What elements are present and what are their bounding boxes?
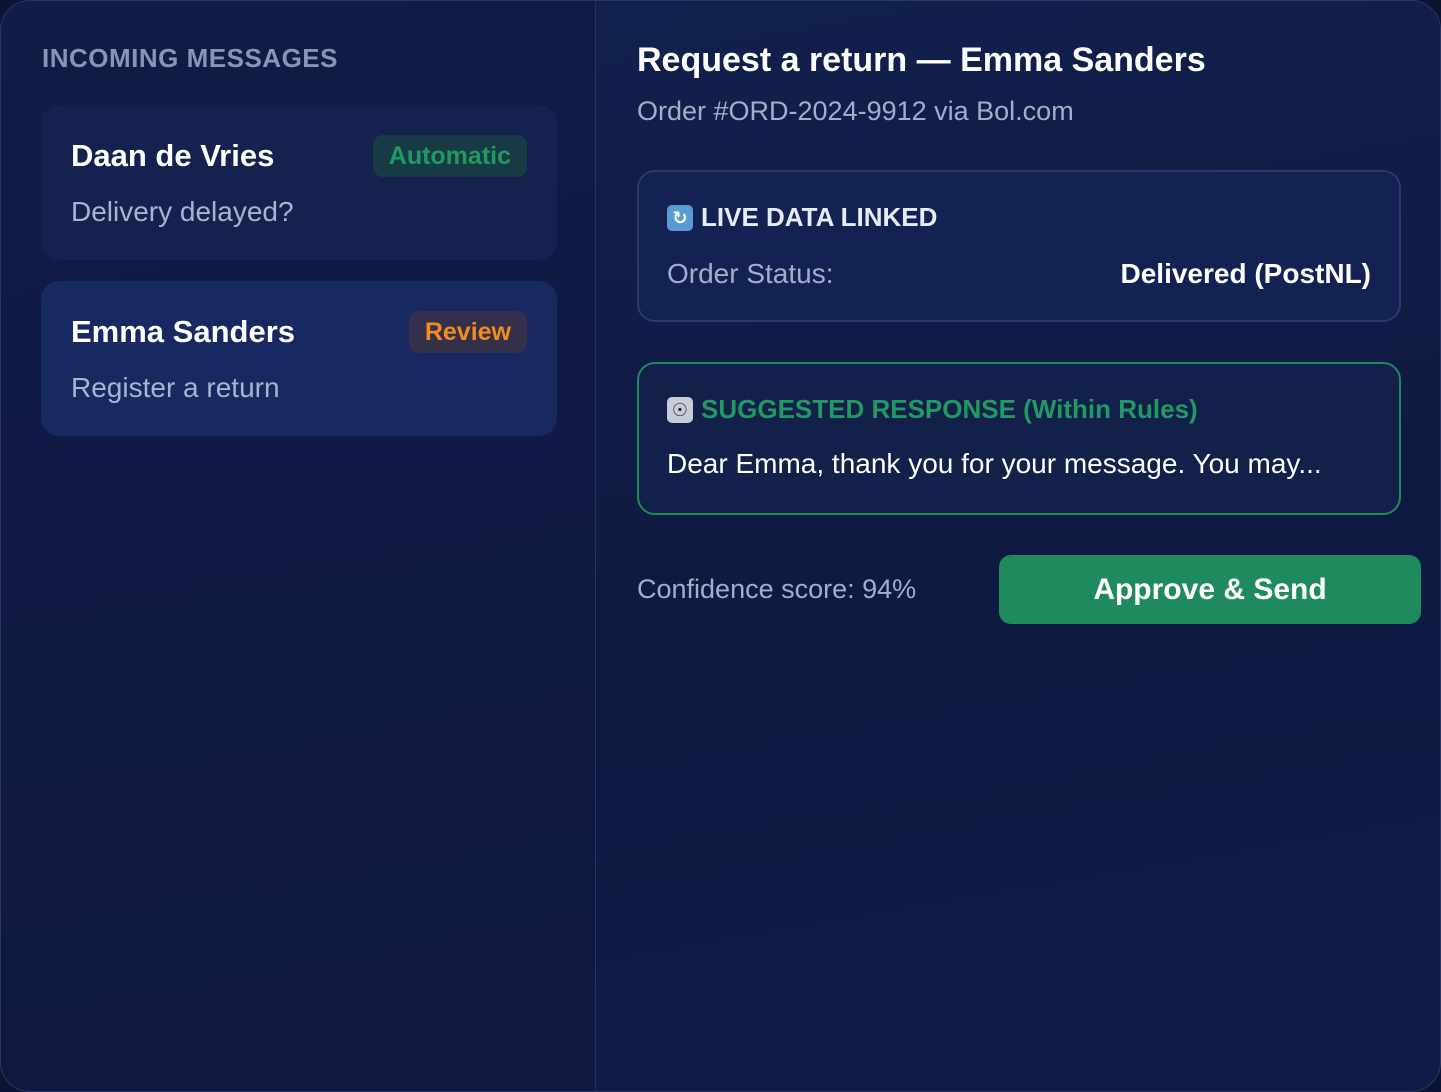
inbox-title: INCOMING MESSAGES [42,43,338,73]
live-data-heading: ↻ LIVE DATA LINKED [667,202,937,233]
order-subtitle: Order #ORD-2024-9912 via Bol.com [637,96,1074,126]
message-preview: Register a return [71,372,280,403]
suggested-response-panel: ☉ SUGGESTED RESPONSE (Within Rules) Dear… [637,362,1401,515]
suggested-response-heading-text: SUGGESTED RESPONSE (Within Rules) [701,394,1198,424]
message-sender: Daan de Vries [71,138,275,173]
live-data-heading-text: LIVE DATA LINKED [701,202,938,232]
status-badge-review: Review [408,311,527,353]
detail-panel: Request a return — Emma Sanders Order #O… [596,1,1440,1091]
live-data-panel: ↻ LIVE DATA LINKED Order Status: Deliver… [637,170,1401,322]
inbox-panel: INCOMING MESSAGES Daan de Vries Automati… [1,1,596,1091]
order-status-label: Order Status: [667,258,834,289]
message-card-daan[interactable]: Daan de Vries Automatic Delivery delayed… [41,105,557,260]
message-sender: Emma Sanders [71,314,295,349]
order-status-value: Delivered (PostNL) [1120,258,1372,289]
robot-icon: ☉ [667,396,693,423]
approve-send-button[interactable]: Approve & Send [999,555,1421,624]
message-preview: Delivery delayed? [71,196,294,227]
confidence-score: Confidence score: 94% [637,574,917,604]
status-badge-automatic: Automatic [372,135,527,177]
suggested-response-text[interactable]: Dear Emma, thank you for your message. Y… [667,448,1322,480]
page-title: Request a return — Emma Sanders [637,41,1206,79]
message-card-emma[interactable]: Emma Sanders Review Register a return [41,281,557,436]
suggested-response-heading: ☉ SUGGESTED RESPONSE (Within Rules) [667,394,1198,425]
app-window: INCOMING MESSAGES Daan de Vries Automati… [0,0,1441,1092]
sync-icon: ↻ [667,204,693,231]
